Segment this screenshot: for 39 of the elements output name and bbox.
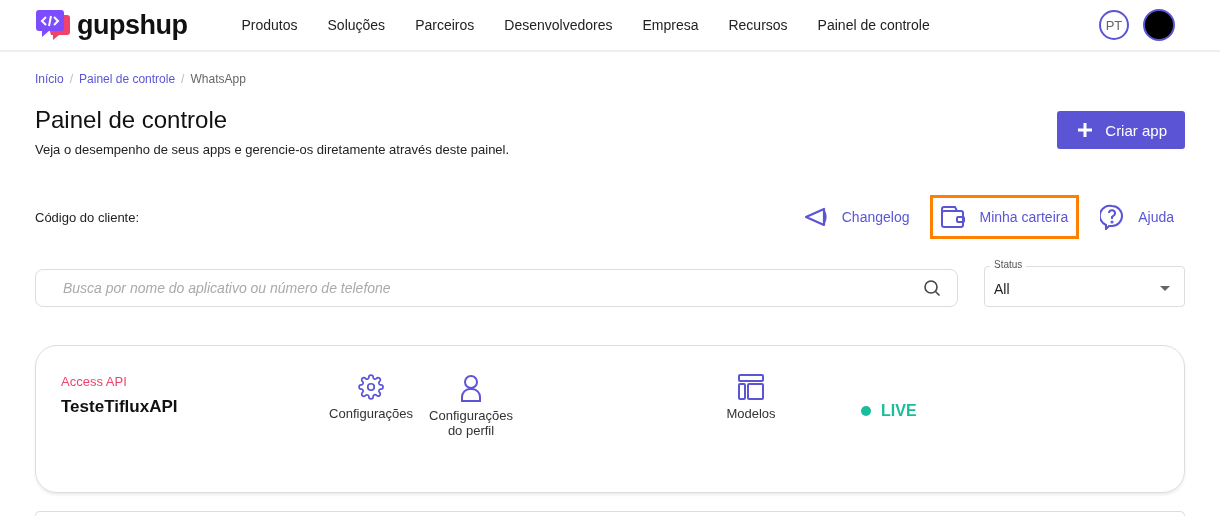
nav-link[interactable]: Recursos [728, 17, 788, 33]
quick-link[interactable]: Minha carteira [930, 195, 1080, 239]
plus-icon [1077, 122, 1094, 138]
help-icon [1100, 204, 1125, 230]
breadcrumb-separator: / [69, 72, 74, 86]
nav-link[interactable]: Empresa [642, 17, 699, 33]
page-title: Painel de controle [35, 106, 229, 134]
quick-link[interactable]: Changelog [792, 196, 921, 238]
nav-link[interactable]: Produtos [241, 17, 298, 33]
megaphone-icon [803, 207, 828, 227]
layout-icon [738, 374, 764, 400]
app-action[interactable]: Configurações [321, 374, 421, 464]
logo-icon [35, 9, 71, 41]
nav-link[interactable]: Painel de controle [817, 17, 930, 33]
person-icon [460, 374, 482, 402]
status-label: LIVE [881, 402, 917, 420]
breadcrumb-link[interactable]: Painel de controle [79, 72, 176, 86]
brand-name: gupshup [77, 9, 188, 41]
breadcrumb-current: WhatsApp [190, 72, 246, 86]
nav-link[interactable]: Desenvolvedores [504, 17, 613, 33]
app-type: Access API [61, 374, 128, 389]
create-app-button[interactable]: Criar app [1057, 111, 1185, 149]
app-action[interactable]: Modelos [701, 374, 801, 464]
app-action[interactable]: Configurações do perfil [421, 374, 521, 464]
nav-link[interactable]: Soluções [327, 17, 386, 33]
avatar[interactable] [1143, 9, 1175, 41]
breadcrumb-separator: / [181, 72, 185, 86]
nav-link[interactable]: Parceiros [415, 17, 475, 33]
caret-icon [1160, 286, 1170, 291]
breadcrumb-link[interactable]: Início [35, 72, 64, 86]
language-button[interactable]: PT [1099, 10, 1129, 40]
client-code-label: Código do cliente: [35, 209, 140, 225]
wallet-icon [941, 206, 966, 228]
page-subtitle: Veja o desempenho de seus apps e gerencie-os diretamente através deste painel. [35, 142, 510, 157]
app-name: TesteTifluxAPI [61, 397, 179, 417]
search-icon [923, 279, 941, 297]
quick-link[interactable]: Ajuda [1089, 193, 1185, 241]
search-bar[interactable]: Busca por nome do aplicativo ou número de telefone [35, 269, 958, 307]
settings-icon [358, 374, 384, 400]
